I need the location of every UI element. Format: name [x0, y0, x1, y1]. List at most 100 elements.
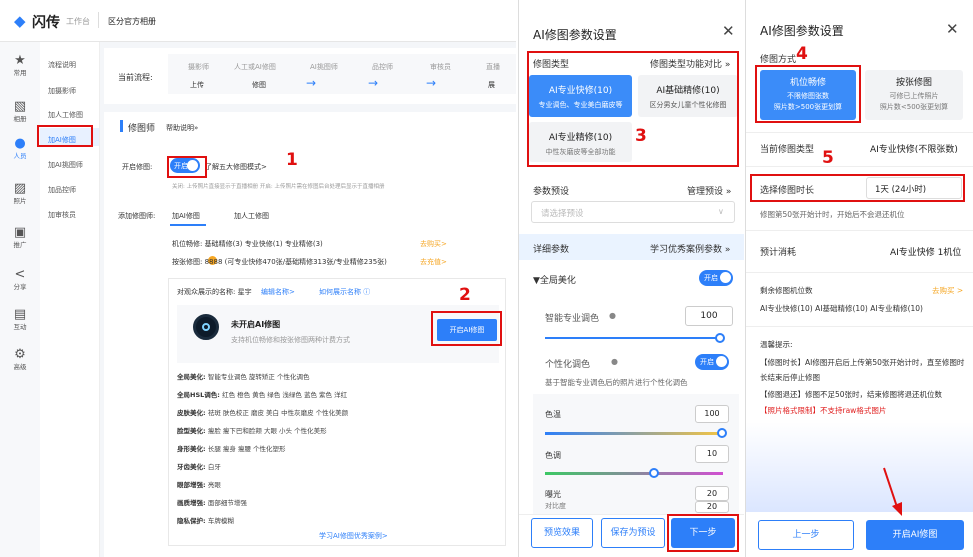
exposure-value[interactable]: 20 — [695, 486, 729, 501]
sub-sidebar: 流程说明 加摄影师 加人工修图 加AI修图 加AI挑图师 加品控师 加审核员 — [40, 42, 100, 557]
retoucher-title: 修图师 — [128, 124, 156, 134]
save-preset-button[interactable]: 保存为预设 — [601, 518, 665, 548]
nav-photo[interactable]: ▨ 照片 — [0, 182, 40, 205]
slider-knob[interactable] — [717, 428, 727, 438]
chevron-down-icon: ∨ — [718, 207, 724, 216]
card-subtitle: 支持机位畅修和按张修图两种计费方式 — [231, 336, 350, 344]
tab-manual-retouch[interactable]: 加人工修图 — [234, 211, 269, 221]
personal-toggle[interactable]: 开启 — [695, 354, 729, 370]
nav-interact[interactable]: ▤ 互动 — [0, 308, 40, 331]
smart-color-slider[interactable] — [545, 337, 717, 339]
slider-knob[interactable] — [715, 333, 725, 343]
mode-label: 修图方式 — [760, 55, 797, 65]
annotation-2: 2 — [459, 285, 471, 305]
recharge-link[interactable]: 去充值> — [420, 257, 447, 267]
subnav-manual[interactable]: 加人工修图 — [48, 110, 83, 120]
remain-buy-link[interactable]: 去购买 > — [932, 285, 963, 296]
personal-hint: 基于智能专业调色后的照片进行个性化调色 — [545, 378, 688, 387]
cost-label: 预计消耗 — [760, 248, 797, 258]
arrow-annotation — [883, 467, 902, 516]
info-icon: ● — [611, 357, 618, 366]
subnav-ai-picker[interactable]: 加AI挑图师 — [48, 160, 83, 170]
slider-knob[interactable] — [649, 468, 659, 478]
tint-slider[interactable] — [545, 472, 723, 475]
icon-sidebar: ★ 常用 ▧ 相册 ● 人员 ▨ 照片 ▣ 推广 < 分享 ▤ 互动 ⚙ 高级 — [0, 42, 40, 557]
detail-label: 详细参数 — [533, 245, 570, 255]
star-icon: ★ — [14, 53, 26, 68]
params-panel: AI修图参数设置 ✕ 修图类型 修图类型功能对比 » AI专业快修(10) 专业… — [518, 0, 744, 557]
preset-manage-link[interactable]: 管理预设 » — [687, 184, 731, 197]
gear-icon: ⚙ — [14, 347, 26, 362]
highlight-enable-button — [431, 311, 502, 346]
temp-label: 色温 — [545, 410, 561, 419]
exposure-label: 曝光 — [545, 490, 561, 499]
tip-refund: 【修图退还】修图不足50张时，结束修图将退还机位数 — [760, 390, 943, 399]
enable-label: 开启修图: — [122, 163, 153, 171]
nav-advanced[interactable]: ⚙ 高级 — [0, 348, 40, 371]
tint-label: 色调 — [545, 451, 561, 460]
prev-button[interactable]: 上一步 — [758, 520, 854, 550]
global-toggle[interactable]: 开启 — [699, 270, 733, 286]
workbench-label[interactable]: 工作台 — [66, 16, 90, 27]
preview-button[interactable]: 预览效果 — [531, 518, 593, 548]
image-icon: ▧ — [13, 99, 27, 114]
display-name: 对观众展示的名称: 星宇 — [177, 288, 252, 296]
contrast-value[interactable]: 20 — [695, 501, 729, 513]
edit-name-link[interactable]: 编辑名称> — [261, 287, 295, 297]
close-icon[interactable]: ✕ — [946, 20, 959, 38]
main-content: 当前流程: 摄影师 上传 人工或AI修图 修图 AI挑图师 → 品控师 → 审核… — [104, 48, 516, 557]
add-label: 添加修图师: — [118, 212, 156, 220]
tint-value[interactable]: 10 — [695, 445, 729, 463]
how-name-link[interactable]: 如何展示名称 ⓘ — [319, 287, 370, 297]
temp-slider[interactable] — [545, 432, 723, 435]
global-section[interactable]: ▼全局美化 — [533, 273, 576, 286]
start-ai-button[interactable]: 开启AI修图 — [866, 520, 964, 550]
detail-link[interactable]: 学习优秀案例参数 » — [650, 242, 730, 255]
subnav-qc[interactable]: 加品控师 — [48, 185, 76, 195]
highlight-toggle — [167, 156, 207, 178]
subnav-photographer[interactable]: 加摄影师 — [48, 86, 76, 96]
buy-link[interactable]: 去购买> — [420, 239, 447, 249]
feature-row: 脸型美化: 瘦脸 瘦下巴和脸颊 大眼 小头 个性化美形 — [177, 427, 327, 435]
smart-color-value[interactable]: 100 — [685, 306, 733, 326]
tab-ai-retouch[interactable]: 加AI修图 — [172, 211, 200, 221]
interact-icon: ▤ — [13, 307, 27, 322]
mode-panel: AI修图参数设置 ✕ 修图方式 4 机位畅修 不限修图张数 照片数>500张更划… — [745, 0, 973, 557]
panel-title: AI修图参数设置 — [533, 28, 617, 42]
album-title[interactable]: 区分官方相册 — [108, 16, 156, 27]
nav-share[interactable]: < 分享 — [0, 268, 40, 291]
remain-value: AI专业快修(10) AI基础精修(10) AI专业精修(10) — [760, 304, 923, 313]
current-type-label: 当前修图类型 — [760, 145, 815, 155]
five-modes-link[interactable]: 了解五大修图模式> — [205, 162, 267, 172]
annotation-5: 5 — [822, 148, 834, 168]
highlight-duration — [750, 174, 965, 202]
nav-album[interactable]: ▧ 相册 — [0, 100, 40, 123]
learn-cases-link[interactable]: 学习AI修图优秀案例> — [319, 531, 388, 541]
process-steps: 摄影师 上传 人工或AI修图 修图 AI挑图师 → 品控师 → 审核员 → 直播… — [168, 54, 516, 94]
highlight-next — [667, 514, 739, 552]
preset-label: 参数预设 — [533, 187, 570, 197]
tip-format: 【照片格式限制】不支持raw格式图片 — [760, 406, 887, 415]
tips-title: 温馨提示: — [760, 340, 793, 349]
nav-common[interactable]: ★ 常用 — [0, 54, 40, 77]
quota-station: 机位畅修: 基础精修(3) 专业快修(1) 专业精修(3) — [172, 240, 323, 248]
preset-select[interactable]: 请选择预设 ∨ — [531, 201, 735, 223]
share-icon: < — [14, 267, 26, 282]
current-type-value: AI专业快修(不限张数) — [870, 145, 958, 155]
quota-per-photo: 按张修图: 8888 (可专业快修470张/基础精修313张/专业精修235张) — [172, 258, 387, 266]
highlight-mode — [755, 65, 861, 123]
subnav-reviewer[interactable]: 加审核员 — [48, 210, 76, 220]
help-link[interactable]: 帮助说明» — [166, 123, 198, 133]
contrast-label: 对比度 — [545, 502, 566, 510]
subnav-process[interactable]: 流程说明 — [48, 60, 76, 70]
nav-staff[interactable]: ● 人员 — [0, 137, 40, 160]
temp-value[interactable]: 100 — [695, 405, 729, 423]
feature-row: 皮肤美化: 祛斑 肤色校正 磨皮 美白 中性灰磨皮 个性化美颜 — [177, 409, 349, 417]
enable-hint: 关闭: 上传照片直接显示于直播相册 开启: 上传照片需在修图后台处理后显示于直播… — [172, 184, 385, 190]
mode-per-photo[interactable]: 按张修图 可修已上传照片 照片数<500张更划算 — [865, 70, 963, 120]
close-icon[interactable]: ✕ — [722, 22, 735, 40]
annotation-4: 4 — [796, 44, 808, 64]
top-bar: ◆ 闪传 工作台 区分官方相册 — [0, 0, 516, 42]
nav-promote[interactable]: ▣ 推广 — [0, 226, 40, 249]
brand-name: 闪传 — [32, 15, 60, 31]
